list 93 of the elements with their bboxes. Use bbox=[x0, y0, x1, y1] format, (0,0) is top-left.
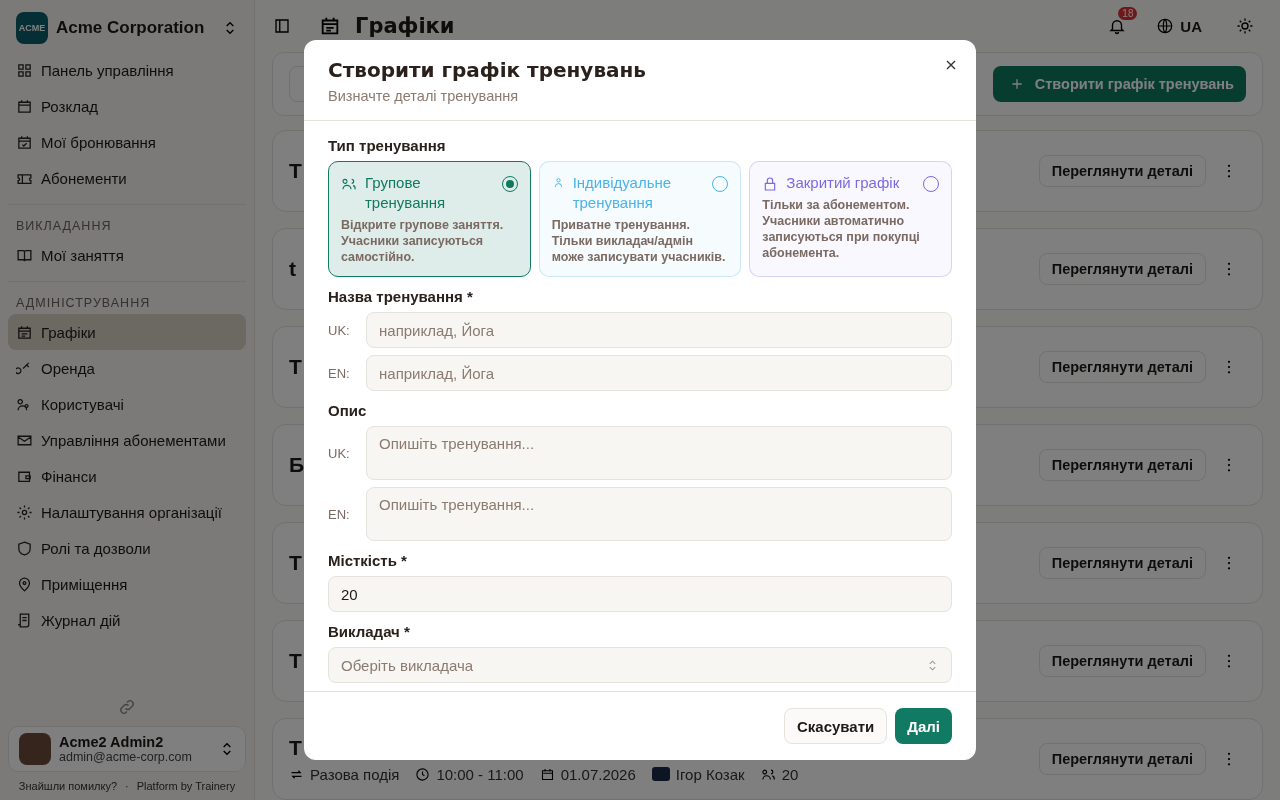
field-label: Назва тренування * bbox=[328, 288, 474, 305]
nav-item[interactable]: Мої заняття bbox=[8, 237, 246, 273]
dialog-subtitle: Визначте деталі тренування bbox=[328, 88, 519, 104]
section-heading: ВИКЛАДАННЯ bbox=[15, 218, 113, 235]
training-type-option[interactable]: Закритий графік Тільки за абонементом. Учасники автоматично записуються при покупці абонемента. bbox=[749, 161, 952, 277]
page-title: Графіки bbox=[355, 14, 455, 38]
teacher-select[interactable]: Оберіть викладача bbox=[328, 647, 952, 683]
field-label: Тип тренування bbox=[328, 137, 447, 154]
sun-icon[interactable] bbox=[1236, 17, 1254, 35]
language-label: EN: bbox=[328, 506, 351, 522]
grid-icon bbox=[16, 61, 33, 79]
language-button[interactable]: UA bbox=[1156, 17, 1202, 35]
field-label: Опис bbox=[328, 402, 368, 419]
dialog-title: Створити графік тренувань bbox=[328, 58, 646, 82]
next-button[interactable]: Далі bbox=[895, 708, 952, 744]
nav-item[interactable]: Налаштування організації bbox=[8, 494, 246, 530]
section-heading: АДМІНІСТРУВАННЯ bbox=[15, 295, 152, 312]
schedule-title: t bbox=[289, 257, 296, 281]
sidebar-toggle-icon[interactable] bbox=[273, 17, 291, 35]
organization-logo: ACME bbox=[16, 12, 48, 44]
field-label: Викладач * bbox=[328, 623, 411, 640]
nav-item[interactable]: Панель управління bbox=[8, 52, 246, 88]
calendar-icon bbox=[319, 15, 341, 37]
create-schedule-button[interactable]: Створити графік тренувань bbox=[992, 66, 1246, 102]
credit-text: Platform by Trainery bbox=[136, 780, 236, 792]
calendar-icon bbox=[539, 766, 555, 782]
nav-item[interactable]: Користувачі bbox=[8, 386, 246, 422]
calendar-icon bbox=[16, 97, 33, 115]
user-email: admin@acme-corp.com bbox=[59, 750, 193, 764]
bell-icon[interactable] bbox=[1108, 17, 1127, 35]
chevrons-icon bbox=[926, 658, 939, 672]
schedule-title: Т bbox=[289, 355, 302, 379]
schedule-title: Т bbox=[289, 649, 302, 673]
name-input-field[interactable]: наприклад, Йога bbox=[366, 355, 952, 391]
user-name: Acme2 Admin2 bbox=[59, 734, 165, 750]
nav-item[interactable]: Абонементи bbox=[8, 160, 246, 196]
capacity-text: 20 bbox=[781, 765, 799, 783]
view-details-button[interactable]: Переглянути деталі bbox=[1038, 155, 1206, 187]
nav-item[interactable]: Оренда bbox=[8, 350, 246, 386]
nav-item[interactable]: Ролі та дозволи bbox=[8, 530, 246, 566]
schedule-title: Т bbox=[289, 735, 302, 760]
settings-icon bbox=[16, 503, 33, 521]
language-label: EN: bbox=[328, 365, 351, 381]
time-text: 10:00 - 11:00 bbox=[436, 765, 524, 783]
calendar-check-icon bbox=[16, 133, 33, 151]
view-details-button[interactable]: Переглянути деталі bbox=[1038, 351, 1206, 383]
avatar-photo-placeholder bbox=[19, 733, 51, 765]
language-label: UK: bbox=[328, 322, 351, 338]
schedule-title: Т bbox=[289, 551, 302, 575]
description-text-area[interactable]: Опишіть тренування... bbox=[366, 487, 952, 541]
view-details-button[interactable]: Переглянути деталі bbox=[1038, 743, 1206, 775]
view-details-button[interactable]: Переглянути деталі bbox=[1038, 645, 1206, 677]
users-icon bbox=[341, 176, 357, 192]
teacher-name: Ігор Козак bbox=[675, 765, 745, 783]
shield-icon bbox=[16, 539, 33, 557]
recurrence-text: Разова подія bbox=[310, 765, 400, 783]
organization-name[interactable]: Acme Corporation bbox=[56, 18, 214, 38]
date-text: 01.07.2026 bbox=[560, 765, 636, 783]
nav-item[interactable]: Мої бронювання bbox=[8, 124, 246, 160]
nav-item[interactable]: Журнал дій bbox=[8, 602, 246, 638]
field-label: Місткість * bbox=[328, 552, 408, 569]
nav-item[interactable]: Графіки bbox=[8, 314, 246, 350]
capacity-input-field[interactable]: 20 bbox=[328, 576, 952, 612]
notification-badge: 18 bbox=[1118, 7, 1138, 20]
view-details-button[interactable]: Переглянути деталі bbox=[1038, 253, 1206, 285]
description-text-area[interactable]: Опишіть тренування... bbox=[366, 426, 952, 480]
user-card[interactable]: Acme2 Admin2 admin@acme-corp.com bbox=[8, 726, 246, 772]
option-description: Відкрите групове заняття. Учасники записуються самостійно. bbox=[341, 217, 505, 265]
nav-item[interactable]: Приміщення bbox=[8, 566, 246, 602]
nav-item[interactable]: Розклад bbox=[8, 88, 246, 124]
nav-item[interactable]: Фінанси bbox=[8, 458, 246, 494]
option-description: Приватне тренування. Тільки викладач/адмін може записувати учасників. bbox=[551, 217, 727, 265]
option-title: Закритий графік bbox=[786, 173, 901, 193]
nav-item[interactable]: Управління абонементами bbox=[8, 422, 246, 458]
training-type-option[interactable]: Індивідуальне тренування Приватне тренування. Тільки викладач/адмін може записувати учасників. bbox=[538, 161, 742, 277]
separator-dot: · bbox=[125, 780, 129, 792]
report-bug-link[interactable]: Знайшли помилку? bbox=[18, 780, 118, 792]
view-details-button[interactable]: Переглянути деталі bbox=[1038, 449, 1206, 481]
teacher-avatar-placeholder bbox=[651, 767, 670, 781]
view-details-button[interactable]: Переглянути деталі bbox=[1038, 547, 1206, 579]
schedule-title: Б bbox=[289, 453, 305, 477]
calendar-list-icon bbox=[16, 323, 33, 341]
option-description: Тільки за абонементом. Учасники автоматично записуються при покупці абонемента. bbox=[762, 197, 921, 261]
clock-icon bbox=[415, 766, 431, 782]
name-input-field[interactable]: наприклад, Йога bbox=[366, 312, 952, 348]
training-type-option[interactable]: Групове тренування Відкрите групове заняття. Учасники записуються самостійно. bbox=[328, 161, 531, 277]
language-label: UK: bbox=[328, 445, 351, 461]
map-pin-icon bbox=[16, 575, 33, 593]
schedule-title: Т bbox=[289, 159, 302, 183]
globe-icon bbox=[1156, 17, 1175, 35]
option-title: Групове тренування bbox=[365, 173, 447, 213]
cancel-button[interactable]: Скасувати bbox=[783, 708, 888, 744]
option-title: Індивідуальне тренування bbox=[572, 173, 673, 213]
